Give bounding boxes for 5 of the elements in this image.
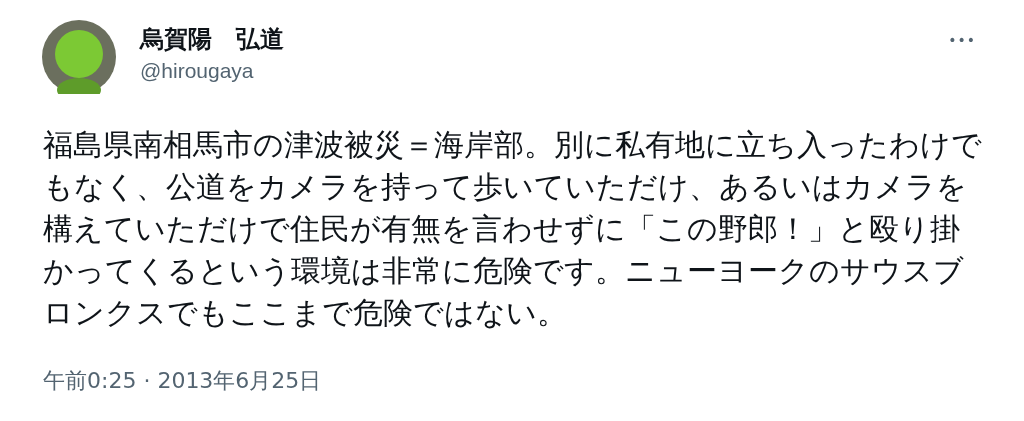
more-button[interactable]: •••: [948, 30, 976, 51]
timestamp[interactable]: 午前0:25 · 2013年6月25日: [43, 366, 322, 396]
tweet-text: 福島県南相馬市の津波被災＝海岸部。別に私有地に立ち入ったわけでもなく、公道をカメラを持って歩いていただけ、あるいはカメラを構えていただけで住民が有無を言わせずに「この野郎！」と殴り掛かってくるという環境は非常に危険です。ニューヨークのサウスブロンクスでもここまで危険ではない。: [43, 127, 983, 332]
author-name[interactable]: 烏賀陽 弘道: [140, 22, 284, 56]
author-handle[interactable]: @hirougaya: [140, 56, 284, 86]
